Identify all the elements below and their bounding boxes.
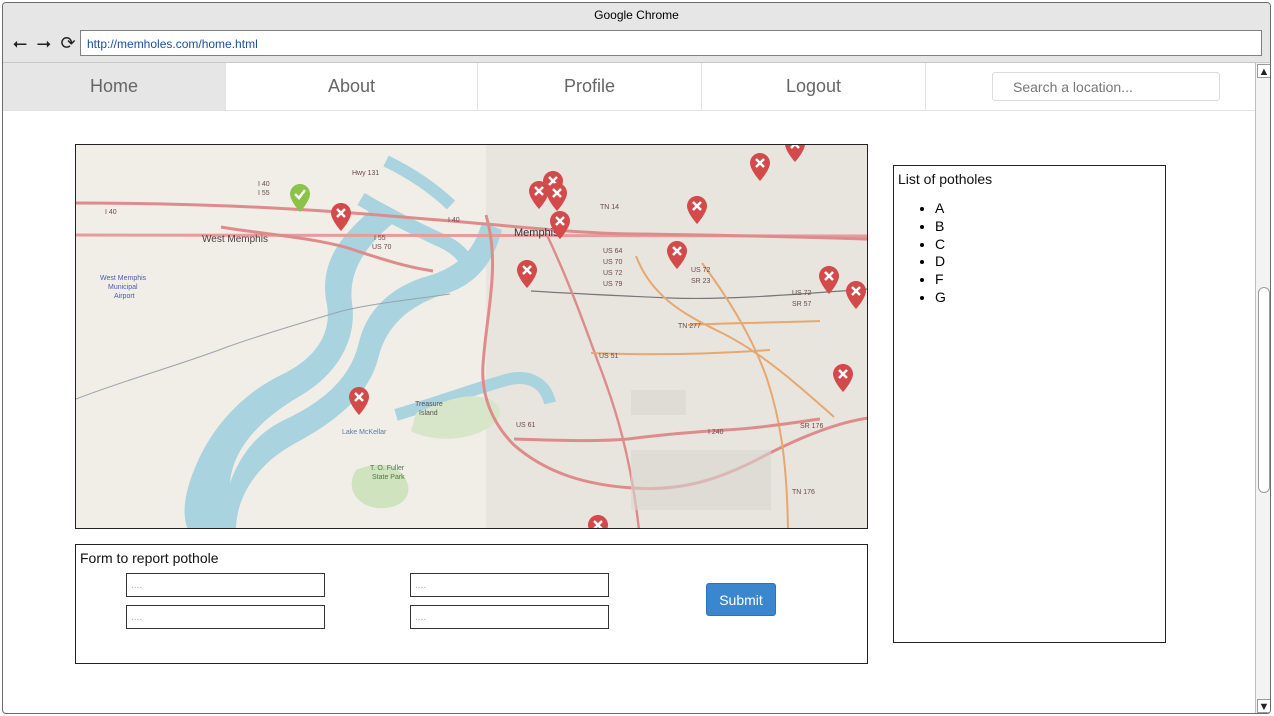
pothole-list-panel: List of potholes A B C D F G: [893, 165, 1166, 643]
form-title: Form to report pothole: [80, 550, 219, 566]
pothole-marker[interactable]: [546, 182, 568, 212]
svg-text:US 79: US 79: [603, 281, 623, 288]
svg-text:US 51: US 51: [599, 353, 619, 360]
svg-text:West Memphis: West Memphis: [202, 234, 268, 245]
svg-text:T. O. Fuller: T. O. Fuller: [370, 465, 405, 472]
svg-text:West Memphis: West Memphis: [100, 275, 147, 282]
svg-text:Municipal: Municipal: [108, 284, 138, 291]
nav-home[interactable]: Home: [3, 63, 226, 110]
browser-window: Google Chrome ⭠ ⭢ ⟳ http://memholes.com/…: [2, 2, 1271, 714]
pothole-map[interactable]: West Memphis Memphis West Memphis Munici…: [75, 144, 868, 529]
pothole-list-item[interactable]: B: [935, 218, 1161, 236]
pothole-marker[interactable]: [330, 202, 352, 232]
arrow-right-icon[interactable]: ⭢: [34, 33, 54, 53]
arrow-left-icon[interactable]: ⭠: [10, 33, 30, 53]
report-field[interactable]: ....: [126, 573, 325, 597]
pothole-marker[interactable]: [784, 145, 806, 163]
svg-text:Hwy 131: Hwy 131: [352, 170, 379, 177]
svg-text:Airport: Airport: [114, 293, 135, 300]
svg-text:TN 176: TN 176: [792, 489, 815, 496]
svg-text:US 72: US 72: [691, 267, 711, 274]
reload-icon[interactable]: ⟳: [58, 33, 78, 53]
report-pothole-form: Form to report pothole .... .... .... ..…: [75, 544, 868, 664]
nav-about[interactable]: About: [226, 63, 478, 110]
svg-text:SR 23: SR 23: [691, 278, 711, 285]
browser-titlebar: Google Chrome ⭠ ⭢ ⟳ http://memholes.com/…: [3, 3, 1270, 63]
pothole-list-item[interactable]: C: [935, 236, 1161, 254]
pothole-marker[interactable]: [686, 195, 708, 225]
top-navigation: Home About Profile Logout Search a locat…: [3, 63, 1255, 111]
svg-text:I 40: I 40: [105, 209, 117, 216]
svg-text:Island: Island: [419, 410, 438, 417]
map-svg: West Memphis Memphis West Memphis Munici…: [76, 145, 867, 528]
nav-logout[interactable]: Logout: [702, 63, 926, 110]
pothole-list-title: List of potholes: [898, 171, 993, 187]
svg-text:SR 57: SR 57: [792, 301, 812, 308]
svg-text:US 61: US 61: [516, 422, 536, 429]
svg-text:I 40: I 40: [258, 181, 270, 188]
pothole-marker[interactable]: [587, 514, 609, 528]
pothole-list-item[interactable]: F: [935, 271, 1161, 289]
pothole-marker[interactable]: [666, 240, 688, 270]
svg-text:State Park: State Park: [372, 474, 405, 481]
report-field[interactable]: ....: [410, 605, 609, 629]
svg-text:US 72: US 72: [792, 290, 812, 297]
svg-text:Treasure: Treasure: [415, 401, 443, 408]
pothole-marker[interactable]: [348, 386, 370, 416]
svg-text:US 70: US 70: [603, 259, 623, 266]
svg-text:TN 14: TN 14: [600, 204, 619, 211]
submit-button[interactable]: Submit: [706, 583, 776, 616]
page-scrollbar[interactable]: ▲ ▼: [1255, 63, 1270, 713]
svg-text:US 72: US 72: [603, 270, 623, 277]
fixed-pothole-marker[interactable]: [289, 183, 311, 213]
report-field[interactable]: ....: [126, 605, 325, 629]
svg-text:TN 277: TN 277: [678, 323, 701, 330]
window-title: Google Chrome: [594, 8, 679, 22]
pothole-marker[interactable]: [818, 265, 840, 295]
pothole-list-item[interactable]: A: [935, 200, 1161, 218]
svg-text:I 55: I 55: [374, 235, 386, 242]
pothole-list: A B C D F G: [935, 200, 1161, 307]
scroll-up-icon[interactable]: ▲: [1257, 64, 1270, 78]
svg-text:I 240: I 240: [708, 429, 724, 436]
pothole-marker[interactable]: [832, 363, 854, 393]
pothole-marker[interactable]: [549, 210, 571, 240]
nav-profile[interactable]: Profile: [478, 63, 702, 110]
pothole-marker[interactable]: [749, 152, 771, 182]
scroll-down-icon[interactable]: ▼: [1257, 699, 1270, 713]
address-bar[interactable]: http://memholes.com/home.html: [80, 30, 1262, 56]
svg-text:Lake McKellar: Lake McKellar: [342, 429, 387, 436]
scrollbar-thumb[interactable]: [1258, 287, 1270, 493]
pothole-marker[interactable]: [845, 280, 867, 310]
svg-text:I 55: I 55: [258, 190, 270, 197]
svg-text:I 40: I 40: [448, 217, 460, 224]
svg-text:US 64: US 64: [603, 248, 623, 255]
pothole-list-item[interactable]: D: [935, 253, 1161, 271]
pothole-marker[interactable]: [516, 259, 538, 289]
report-field[interactable]: ....: [410, 573, 609, 597]
search-input[interactable]: Search a location...: [992, 72, 1220, 101]
svg-text:SR 176: SR 176: [800, 423, 823, 430]
pothole-list-item[interactable]: G: [935, 289, 1161, 307]
svg-text:US 70: US 70: [372, 244, 392, 251]
